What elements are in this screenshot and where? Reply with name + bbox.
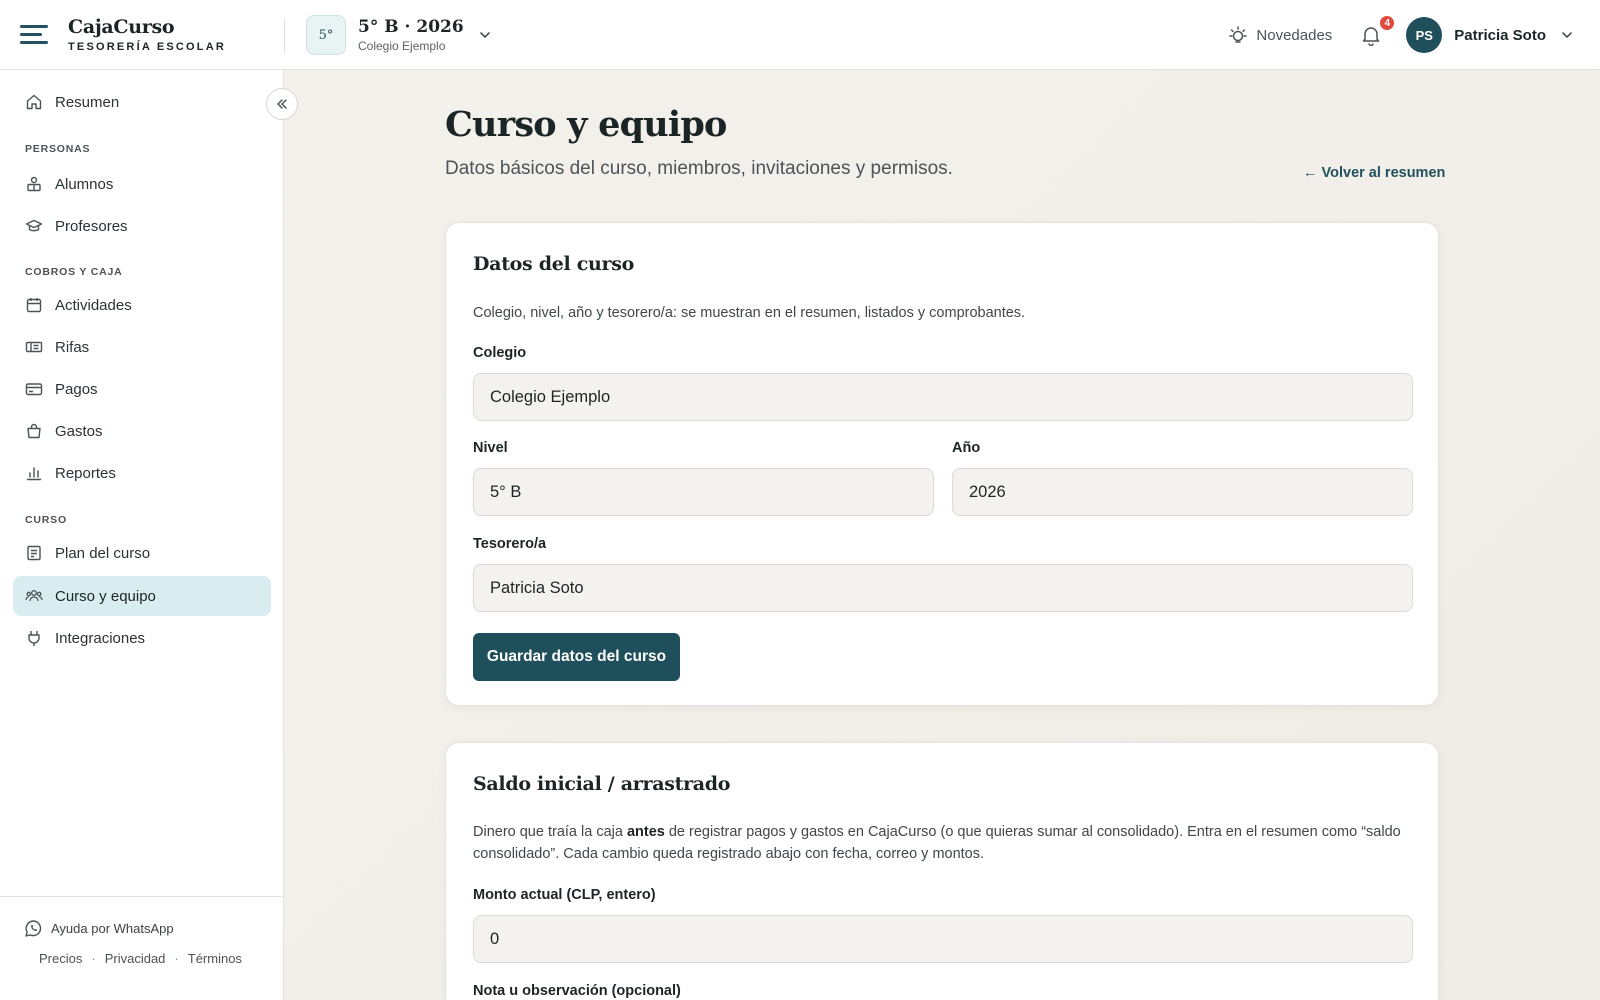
top-bar: CajaCurso TESORERÍA ESCOLAR 5° 5° B · 20… (0, 0, 1600, 70)
sidebar-item-label: Profesores (55, 217, 128, 235)
treasurer-label: Tesorero/a (473, 536, 547, 552)
double-chevron-left-icon (277, 99, 287, 109)
brand-logo[interactable]: CajaCurso TESORERÍA ESCOLAR (68, 16, 226, 53)
sidebar-item-label: Alumnos (55, 175, 114, 193)
plug-icon (28, 631, 40, 646)
sidebar-item-label: Reportes (55, 464, 116, 482)
sidebar-item-label: Actividades (55, 296, 132, 314)
sidebar-item-actividades[interactable]: Actividades (13, 285, 271, 325)
avatar[interactable]: PS (1406, 17, 1443, 53)
footer-separator: · (91, 951, 96, 966)
chevron-down-icon (479, 32, 490, 38)
team-icon (25, 590, 43, 602)
student-icon (27, 176, 41, 192)
sidebar-item-label: Gastos (55, 422, 103, 440)
sidebar-item-label: Pagos (55, 380, 98, 398)
sidebar-item-resumen[interactable]: Resumen (13, 82, 271, 122)
home-icon (26, 94, 42, 110)
brand-name: CajaCurso (68, 16, 175, 38)
year-label: Año (952, 440, 981, 456)
sidebar-item-alumnos[interactable]: Alumnos (13, 164, 271, 204)
sidebar-item-gastos[interactable]: Gastos (13, 411, 271, 451)
desc-text: Dinero que traía la caja (473, 824, 627, 840)
note-label: Nota u observación (opcional) (473, 983, 681, 999)
header-divider (284, 18, 285, 54)
desc-text: consolidado”. Cada cambio queda registra… (473, 846, 985, 862)
ticket-icon (25, 341, 43, 353)
sidebar-item-label: Resumen (55, 93, 120, 111)
level-label: Nivel (473, 440, 508, 456)
whatsapp-icon (25, 920, 42, 937)
amount-input[interactable] (473, 915, 1413, 963)
sidebar-footer: Ayuda por WhatsApp Precios · Privacidad … (0, 896, 283, 966)
menu-icon[interactable] (20, 23, 50, 47)
sidebar-item-label: Integraciones (55, 629, 146, 647)
back-to-summary-link[interactable]: ← Volver al resumen (1303, 165, 1445, 181)
footer-link-precios[interactable]: Precios (39, 951, 82, 966)
footer-link-terminos[interactable]: Términos (188, 951, 242, 966)
sidebar-section-cobros: COBROS Y CAJA (25, 266, 123, 278)
course-title: 5° B · 2026 (358, 17, 464, 37)
course-data-card: Datos del curso Colegio, nivel, año y te… (445, 222, 1439, 706)
card-title: Saldo inicial / arrastrado (473, 773, 731, 795)
whatsapp-help-label: Ayuda por WhatsApp (51, 921, 174, 936)
sidebar-item-pagos[interactable]: Pagos (13, 369, 271, 409)
notification-count-badge: 4 (1378, 14, 1397, 32)
course-switcher[interactable]: 5° 5° B · 2026 Colegio Ejemplo (306, 15, 492, 55)
page-subtitle: Datos básicos del curso, miembros, invit… (445, 158, 953, 179)
whatsapp-help-link[interactable]: Ayuda por WhatsApp (24, 919, 174, 938)
sidebar-item-label: Rifas (55, 338, 90, 356)
sidebar-item-label: Curso y equipo (55, 587, 156, 605)
treasurer-input[interactable] (473, 564, 1413, 612)
card-title: Datos del curso (473, 253, 635, 275)
news-label: Novedades (1256, 26, 1333, 44)
brand-tagline: TESORERÍA ESCOLAR (68, 41, 227, 53)
credit-card-icon (25, 383, 43, 396)
card-description: Dinero que traía la caja antes de regist… (473, 821, 1413, 865)
sidebar-item-label: Plan del curso (55, 544, 151, 562)
footer-link-privacidad[interactable]: Privacidad (105, 951, 166, 966)
year-input[interactable] (952, 468, 1413, 516)
shopping-bag-icon (27, 423, 41, 439)
initial-balance-card: Saldo inicial / arrastrado Dinero que tr… (445, 742, 1439, 1000)
school-label: Colegio (473, 345, 527, 361)
sidebar-section-personas: PERSONAS (25, 143, 91, 155)
sidebar: Resumen PERSONAS Alumnos Profesores COBR… (0, 70, 284, 1000)
calendar-icon (26, 298, 42, 313)
sidebar-item-rifas[interactable]: Rifas (13, 327, 271, 367)
sidebar-item-profesores[interactable]: Profesores (13, 206, 271, 246)
sidebar-item-plan[interactable]: Plan del curso (13, 533, 271, 573)
desc-emphasis: antes (626, 824, 665, 840)
sidebar-item-reportes[interactable]: Reportes (13, 453, 271, 493)
bar-chart-icon (26, 467, 42, 481)
collapse-sidebar-button[interactable] (266, 88, 298, 120)
sidebar-item-curso-equipo[interactable]: Curso y equipo (13, 576, 271, 616)
user-name[interactable]: Patricia Soto (1454, 27, 1546, 44)
amount-label: Monto actual (CLP, entero) (473, 887, 656, 903)
course-badge: 5° (306, 15, 346, 55)
school-input[interactable] (473, 373, 1413, 421)
notifications-button[interactable]: 4 (1358, 14, 1397, 48)
card-description: Colegio, nivel, año y tesorero/a: se mue… (473, 305, 1026, 321)
course-school: Colegio Ejemplo (358, 39, 446, 53)
graduation-cap-icon (25, 219, 43, 232)
desc-text: de registrar pagos y gastos en CajaCurso… (664, 824, 1401, 840)
page-title: Curso y equipo (445, 104, 727, 145)
sidebar-item-integraciones[interactable]: Integraciones (13, 618, 271, 658)
sidebar-section-curso: CURSO (25, 514, 67, 526)
news-button[interactable]: Novedades (1228, 25, 1332, 45)
document-icon (27, 545, 41, 561)
footer-separator: · (174, 951, 179, 966)
level-input[interactable] (473, 468, 934, 516)
save-course-button[interactable]: Guardar datos del curso (473, 633, 680, 681)
chevron-down-icon[interactable] (1560, 28, 1574, 42)
lightbulb-icon (1229, 26, 1248, 43)
